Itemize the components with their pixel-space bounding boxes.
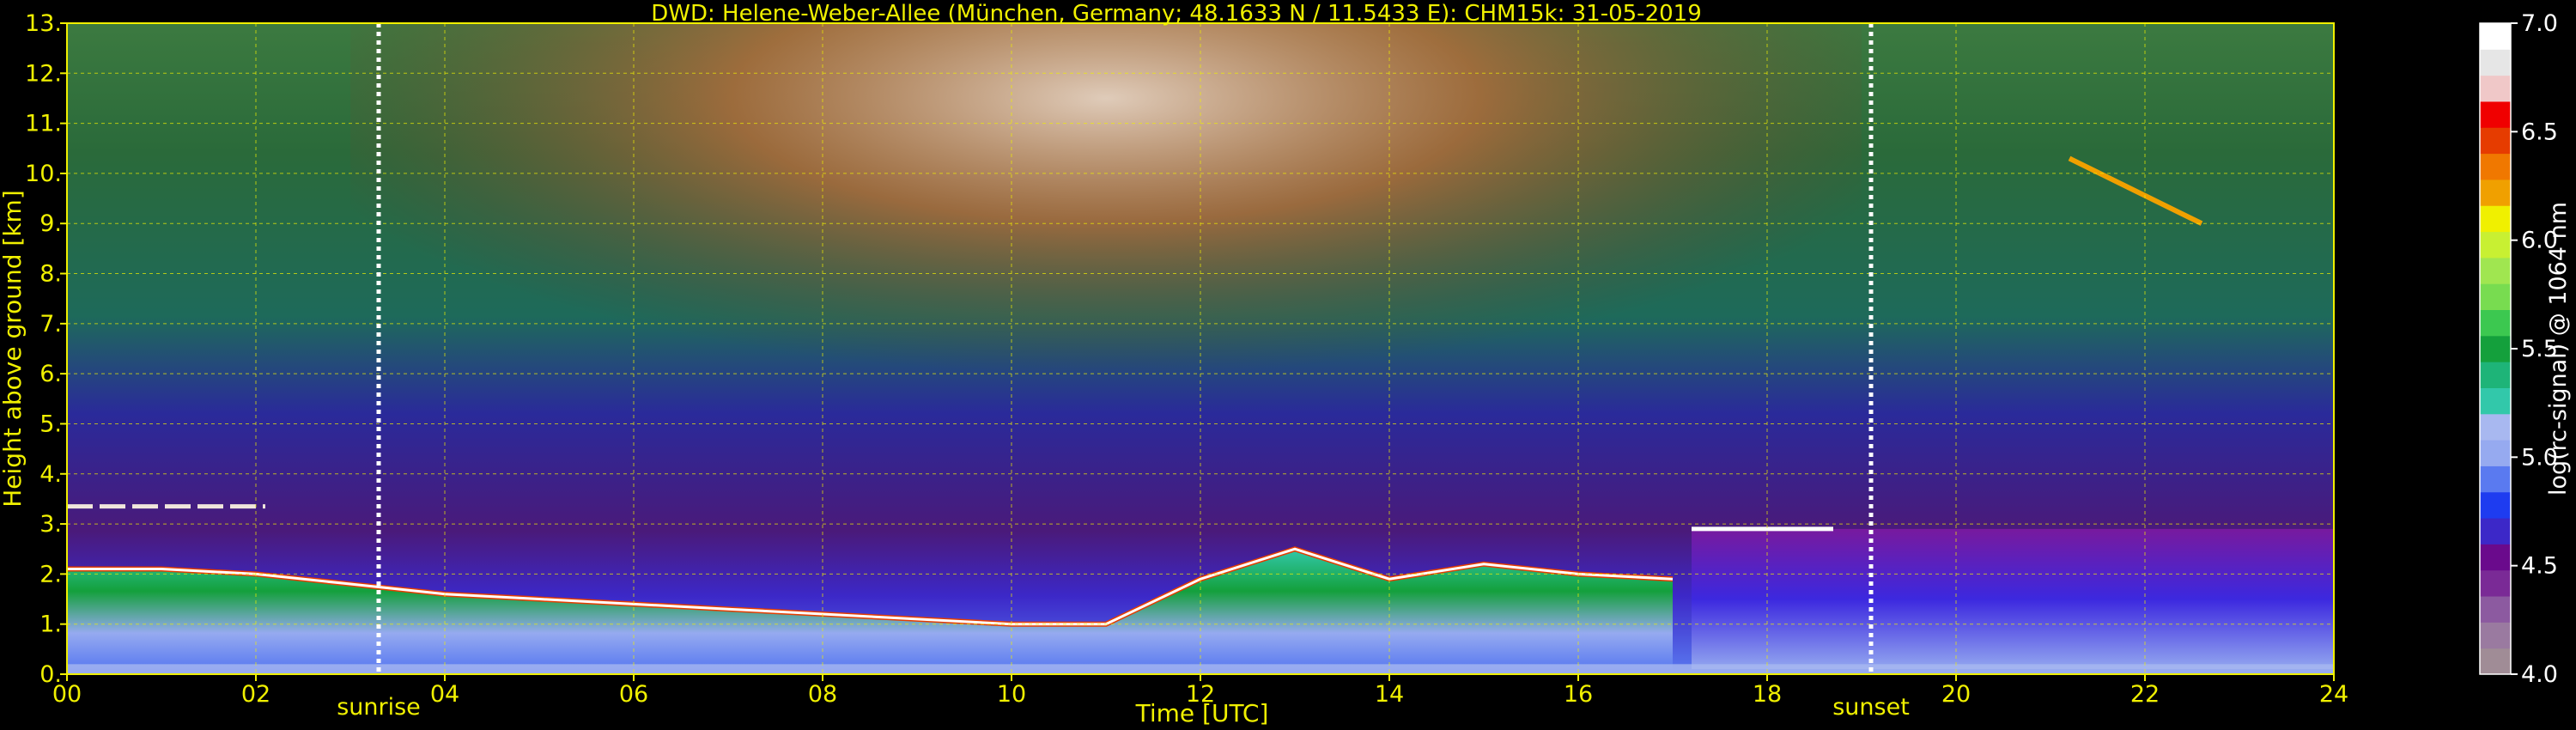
colorbar-segment <box>2480 75 2511 102</box>
x-tick-label: 20 <box>1941 681 1971 708</box>
colorbar-segment <box>2480 205 2511 233</box>
y-tick-label: 6. <box>39 361 62 387</box>
y-tick-label: 10. <box>25 161 62 187</box>
colorbar-segment <box>2480 362 2511 388</box>
x-tick-label: 16 <box>1564 681 1593 708</box>
x-tick-label: 08 <box>808 681 837 708</box>
colorbar-segment <box>2480 283 2511 311</box>
colorbar-segment <box>2480 518 2511 544</box>
colorbar-tick-label: 4.0 <box>2521 661 2558 688</box>
y-tick-label: 1. <box>39 611 62 638</box>
colorbar-segment <box>2480 49 2511 76</box>
y-tick-label: 13. <box>25 10 62 37</box>
colorbar-segment <box>2480 100 2511 128</box>
x-tick-label: 24 <box>2319 681 2348 708</box>
y-tick-label: 12. <box>25 60 62 87</box>
x-tick-label: 02 <box>241 681 270 708</box>
colorbar-segment <box>2480 231 2511 259</box>
x-tick-label: 04 <box>430 681 459 708</box>
colorbar-segment <box>2480 440 2511 466</box>
x-tick-label: 06 <box>619 681 648 708</box>
night-boundary-layer <box>1692 528 2334 670</box>
colorbar-segment <box>2480 596 2511 623</box>
y-tick-label: 3. <box>39 511 62 538</box>
y-tick-label: 9. <box>39 210 62 237</box>
colorbar-segment <box>2480 544 2511 571</box>
x-tick-label: 18 <box>1753 681 1782 708</box>
colorbar-segment <box>2480 569 2511 597</box>
colorbar-segment <box>2480 257 2511 284</box>
x-tick-label: 10 <box>997 681 1026 708</box>
y-tick-label: 5. <box>39 411 62 437</box>
sunset-label: sunset <box>1832 694 1910 721</box>
ceilometer-chart: sunrise sunset00 02 04 06 08 10 12 14 16 18 20 22 240… <box>0 1 2572 727</box>
y-tick-label: 7. <box>39 311 62 338</box>
colorbar-segment <box>2480 387 2511 415</box>
colorbar-segment <box>2480 465 2511 493</box>
colorbar-segment <box>2480 622 2511 649</box>
y-tick-label: 2. <box>39 561 62 587</box>
colorbar-label: log(rc-signal) @ 1064 nm <box>2545 202 2572 496</box>
colorbar-tick-label: 7.0 <box>2521 10 2558 37</box>
sunrise-label: sunrise <box>337 694 421 721</box>
y-tick-label: 11. <box>25 111 62 137</box>
x-tick-label: 14 <box>1375 681 1404 708</box>
chart-title: DWD: Helene-Weber-Allee (München, German… <box>651 1 1702 27</box>
y-axis-label: Height above ground [km] <box>0 190 27 508</box>
colorbar-segment <box>2480 23 2511 50</box>
colorbar-segment <box>2480 335 2511 362</box>
x-axis-label: Time [UTC] <box>1135 699 1269 727</box>
colorbar-segment <box>2480 413 2511 441</box>
y-tick-label: 4. <box>39 461 62 488</box>
y-tick-label: 8. <box>39 261 62 288</box>
colorbar-segment <box>2480 153 2511 180</box>
colorbar-segment <box>2480 491 2511 519</box>
colorbar-segment <box>2480 309 2511 337</box>
colorbar-tick-label: 6.5 <box>2521 119 2558 145</box>
colorbar-segment <box>2480 127 2511 155</box>
colorbar-segment <box>2480 179 2511 206</box>
colorbar-tick-label: 4.5 <box>2521 553 2558 580</box>
y-tick-label: 0. <box>39 661 62 688</box>
x-tick-label: 22 <box>2130 681 2160 708</box>
colorbar-segment <box>2480 648 2511 675</box>
